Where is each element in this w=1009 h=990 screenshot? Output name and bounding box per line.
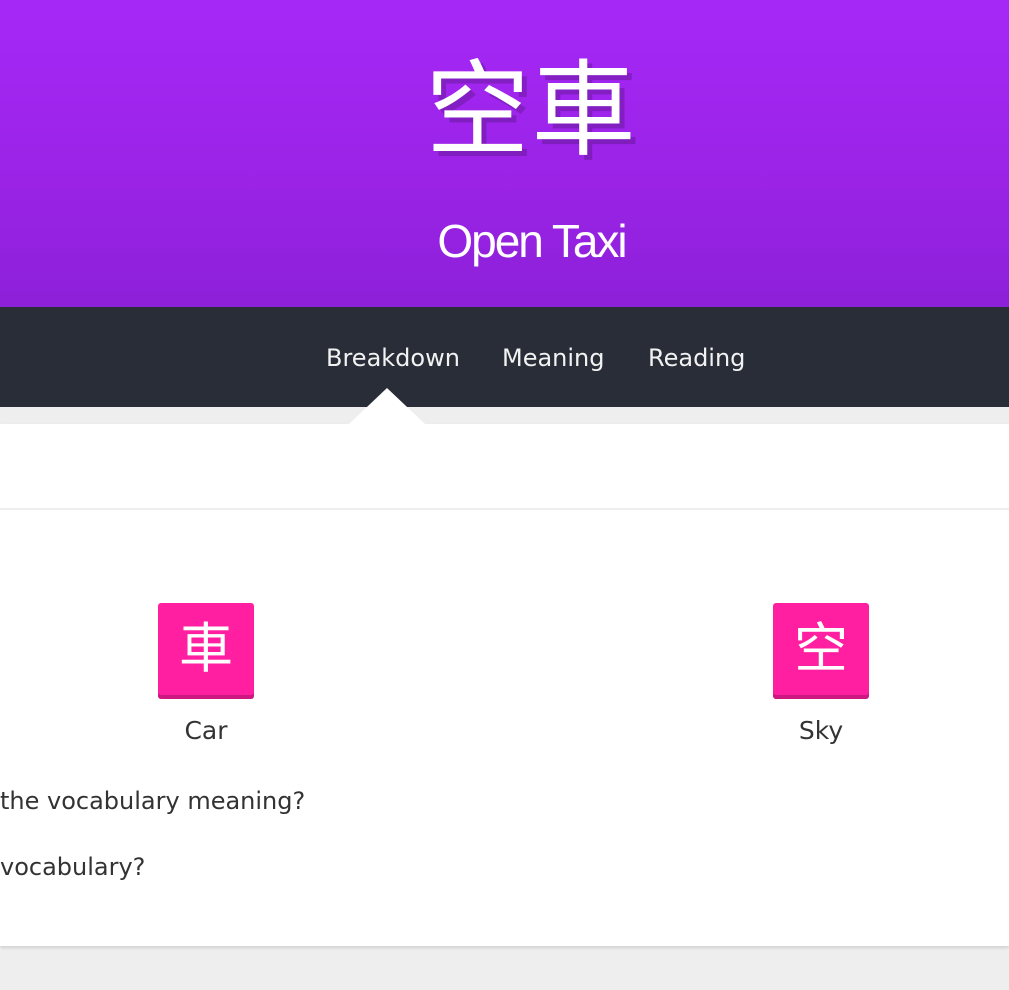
kanji-tile[interactable]: 車 [158,603,254,699]
kanji-meaning-label: Car [184,716,228,745]
component-kanji-car[interactable]: 車 Car [158,603,254,745]
breakdown-question: vocabulary? [0,853,146,881]
tab-reading[interactable]: Reading [648,307,745,407]
kanji-tile[interactable]: 空 [773,603,869,699]
section-nav: Breakdown Meaning Reading [0,307,1009,407]
breakdown-question: the vocabulary meaning? [0,787,306,815]
active-tab-indicator [349,388,425,424]
kanji-meaning-label: Sky [798,716,844,745]
tab-meaning[interactable]: Meaning [502,307,605,407]
component-kanji-sky[interactable]: 空 Sky [773,603,869,745]
vocabulary-header: 空車 Open Taxi [0,0,1009,307]
breakdown-panel: 車 Car 空 Sky the vocabulary meaning? voca… [0,424,1009,946]
vocabulary-meaning: Open Taxi [437,215,627,267]
panel-divider [0,508,1009,510]
vocabulary-characters: 空車 [425,49,638,171]
